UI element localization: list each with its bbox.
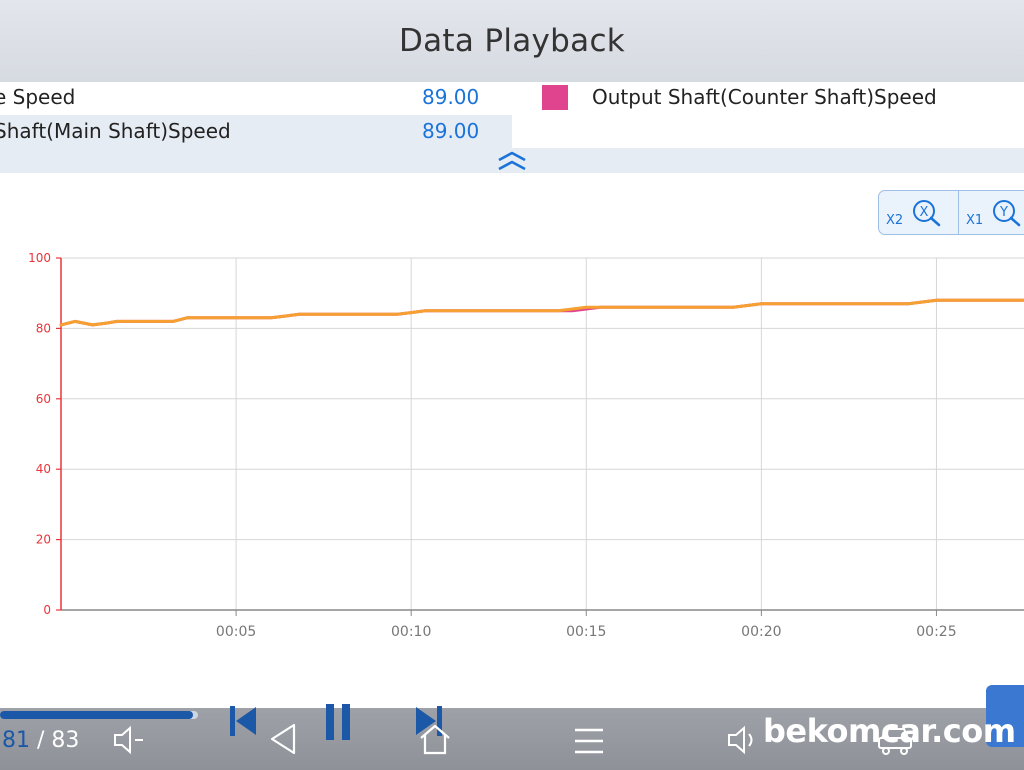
title-bar: Data Playback xyxy=(0,0,1024,82)
skip-previous-icon[interactable] xyxy=(228,704,258,742)
line-chart[interactable]: 0 20 40 60 80 100 00:05 00:10 00:15 00:20 00:25 xyxy=(0,240,1024,645)
series-line xyxy=(59,298,1024,327)
zoom-y-letter: Y xyxy=(999,205,1008,220)
legend-row-label: Shaft(Main Shaft)Speed xyxy=(0,119,231,143)
series-color-swatch xyxy=(542,85,568,110)
zoom-y-icon: Y xyxy=(993,200,1021,227)
legend-panel: e Speed 89.00 Shaft(Main Shaft)Speed 89.… xyxy=(0,82,1024,173)
zoom-y-multiplier: X1 xyxy=(966,213,984,228)
page-title: Data Playback xyxy=(398,23,626,59)
frame-counter: 81 / 83 xyxy=(2,728,79,753)
watermark: bekomcar.com xyxy=(763,712,1016,750)
legend-row-label: e Speed xyxy=(0,85,76,109)
zoom-x-icon: X xyxy=(913,200,941,227)
legend-row[interactable]: e Speed 89.00 xyxy=(0,82,512,112)
legend-row-selected[interactable]: Shaft(Main Shaft)Speed 89.00 xyxy=(0,115,512,148)
zoom-x-button[interactable]: X2 X xyxy=(879,191,959,234)
y-tick-label: 80 xyxy=(36,321,51,335)
zoom-x-multiplier: X2 xyxy=(886,213,904,228)
y-tick-label: 40 xyxy=(36,462,51,476)
frame-separator: / xyxy=(37,728,45,753)
zoom-y-button[interactable]: X1 Y xyxy=(959,191,1024,234)
double-chevron-up-icon[interactable] xyxy=(496,150,528,172)
x-tick-label: 00:15 xyxy=(566,624,606,640)
volume-icon[interactable] xyxy=(726,724,762,760)
back-icon[interactable] xyxy=(268,722,298,760)
legend-row-value: 89.00 xyxy=(422,119,480,143)
volume-down-icon[interactable] xyxy=(112,724,146,760)
home-icon[interactable] xyxy=(418,722,452,760)
x-tick-label: 00:05 xyxy=(216,624,256,640)
y-tick-label: 60 xyxy=(36,392,51,406)
y-tick-label: 100 xyxy=(28,251,51,265)
zoom-x-letter: X xyxy=(920,205,929,220)
x-tick-label: 00:10 xyxy=(391,624,431,640)
progress-fill xyxy=(0,711,194,719)
total-frames: 83 xyxy=(51,728,80,753)
pause-icon[interactable] xyxy=(324,702,352,746)
current-frame: 81 xyxy=(2,728,30,753)
zoom-controls: X2 X X1 Y xyxy=(878,190,1024,235)
x-tick-label: 00:20 xyxy=(741,624,781,640)
legend-row-value: 89.00 xyxy=(422,85,480,109)
y-tick-label: 20 xyxy=(36,533,51,547)
menu-icon[interactable] xyxy=(574,726,604,760)
legend-series-label: Output Shaft(Counter Shaft)Speed xyxy=(592,85,937,109)
y-tick-label: 0 xyxy=(43,603,51,617)
x-tick-label: 00:25 xyxy=(916,624,956,640)
